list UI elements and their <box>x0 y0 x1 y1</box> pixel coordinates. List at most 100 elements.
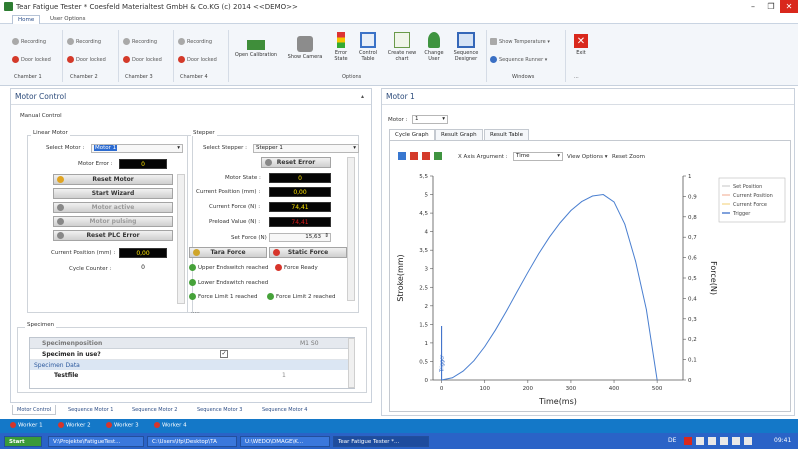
chamber2-door[interactable]: Door locked <box>67 56 106 63</box>
sequence-runner-dropdown[interactable]: Sequence Runner ▾ <box>490 56 547 63</box>
select-motor-label: Select Motor : <box>46 145 85 151</box>
data-point <box>624 223 626 225</box>
chamber3-recording[interactable]: Recording <box>123 38 157 45</box>
exit-button[interactable]: ✕ Exit <box>570 34 592 56</box>
legend-entry: Current Force <box>733 202 767 208</box>
tab-sequence-motor-4[interactable]: Sequence Motor 4 <box>258 405 311 415</box>
tab-cycle-graph[interactable]: Cycle Graph <box>389 129 435 140</box>
tab-motor-control[interactable]: Motor Control <box>12 405 57 415</box>
status-icon <box>57 204 64 211</box>
tab-result-graph[interactable]: Result Graph <box>435 129 483 140</box>
tab-sequence-motor-2[interactable]: Sequence Motor 2 <box>128 405 181 415</box>
image-icon[interactable] <box>434 152 442 160</box>
chamber1-recording[interactable]: Recording <box>12 38 46 45</box>
y2-tick-label: 0,3 <box>688 317 697 323</box>
worker-3[interactable]: Worker 3 <box>106 422 139 429</box>
motor-error-value: 0 <box>119 159 167 169</box>
control-table-button[interactable]: Control Table <box>355 32 381 62</box>
reset-plc-error-button[interactable]: Reset PLC Error <box>53 230 173 241</box>
specimen-legend: Specimen <box>25 322 57 328</box>
door-icon <box>178 56 185 63</box>
camera-icon <box>297 36 313 52</box>
sequence-designer-button[interactable]: Sequence Designer <box>449 32 483 62</box>
tray-icon[interactable] <box>744 437 752 445</box>
tara-force-button[interactable]: Tara Force <box>189 247 267 258</box>
tray-icon[interactable] <box>696 437 704 445</box>
close-button[interactable]: ✕ <box>780 0 798 13</box>
taskbar-item[interactable]: V:\Projekte\FatigueTest... <box>48 436 144 447</box>
minimize-button[interactable]: – <box>744 0 762 13</box>
led-icon <box>189 293 196 300</box>
set-force-input[interactable]: 15,63 ⇕ <box>269 233 331 242</box>
chamber3-door[interactable]: Door locked <box>123 56 162 63</box>
group-label: Chamber 1 <box>14 74 42 80</box>
static-force-button[interactable]: Static Force <box>269 247 347 258</box>
tab-home[interactable]: Home <box>12 15 41 24</box>
stepper-scrollbar[interactable] <box>347 157 355 301</box>
error-state-button[interactable]: Error State <box>330 32 352 62</box>
cycle-counter-value: 0 <box>141 264 145 271</box>
stepper-position-value: 0,00 <box>269 187 331 197</box>
tray-icon[interactable] <box>684 437 692 445</box>
y2-tick-label: 0,1 <box>688 358 697 364</box>
tab-user-options[interactable]: User Options <box>45 15 91 24</box>
open-calibration-button[interactable]: Open Calibration <box>233 36 279 58</box>
chamber1-door[interactable]: Door locked <box>12 56 51 63</box>
data-point <box>473 360 475 362</box>
table-row[interactable]: Specimen in use? ✓ <box>30 349 348 360</box>
tray-icon[interactable] <box>720 437 728 445</box>
pdf-icon[interactable] <box>410 152 418 160</box>
motor-select-dropdown[interactable]: 1 ▾ <box>412 115 448 124</box>
table-row: Specimenposition M1 S0 <box>30 338 348 349</box>
taskbar-item-active[interactable]: Tear Fatigue Tester *... <box>333 436 429 447</box>
select-stepper-dropdown[interactable]: Stepper 1 ▾ <box>253 144 359 153</box>
copy-icon[interactable] <box>398 152 406 160</box>
tab-sequence-motor-1[interactable]: Sequence Motor 1 <box>64 405 117 415</box>
y-tick-label: 0,5 <box>419 359 428 365</box>
start-button[interactable]: Start <box>4 436 42 447</box>
in-use-checkbox[interactable]: ✓ <box>220 350 228 358</box>
select-motor-dropdown[interactable]: Motor 1 ▾ <box>91 144 183 153</box>
y2-tick-label: 1 <box>688 174 692 180</box>
tab-result-table[interactable]: Result Table <box>484 129 529 140</box>
tray-icon[interactable] <box>708 437 716 445</box>
specimen-scrollbar[interactable] <box>348 338 355 388</box>
restore-button[interactable]: ❐ <box>762 0 780 13</box>
worker-1[interactable]: Worker 1 <box>10 422 43 429</box>
tray-icon[interactable] <box>732 437 740 445</box>
change-user-button[interactable]: Change User <box>421 32 447 62</box>
chamber4-recording[interactable]: Recording <box>178 38 212 45</box>
motor-pulsing-button[interactable]: Motor pulsing <box>53 216 173 227</box>
status-icon <box>57 218 64 225</box>
create-chart-button[interactable]: Create new chart <box>386 32 418 62</box>
motor-active-button[interactable]: Motor active <box>53 202 173 213</box>
linear-motor-scrollbar[interactable] <box>177 174 185 304</box>
language-indicator[interactable]: DE <box>668 437 676 444</box>
start-wizard-button[interactable]: Start Wizard <box>53 188 173 199</box>
linear-motor-legend: Linear Motor <box>31 130 70 136</box>
tab-sequence-motor-3[interactable]: Sequence Motor 3 <box>193 405 246 415</box>
worker-2[interactable]: Worker 2 <box>58 422 91 429</box>
table-row[interactable]: Testfile 1 <box>30 370 348 381</box>
position-label: Current Position (mm) : <box>51 250 116 256</box>
table-row[interactable]: Specimen Data <box>30 360 348 370</box>
pin-icon[interactable]: ▴ <box>361 93 364 100</box>
y-tick-label: 5 <box>425 193 429 199</box>
export-icon[interactable] <box>422 152 430 160</box>
taskbar-item[interactable]: U:\WEDO\DMAGE\K... <box>240 436 330 447</box>
taskbar-item[interactable]: C:\Users\lfp\Desktop\TA <box>147 436 237 447</box>
worker-4[interactable]: Worker 4 <box>154 422 187 429</box>
temperature-icon <box>490 38 497 45</box>
y2-tick-label: 0 <box>688 378 692 384</box>
manual-control-label: Manual Control <box>20 113 62 119</box>
chamber2-recording[interactable]: Recording <box>67 38 101 45</box>
trigger-label: Trigger <box>440 354 446 373</box>
reset-motor-button[interactable]: Reset Motor <box>53 174 173 185</box>
show-temperature-dropdown[interactable]: Show Temperature ▾ <box>490 38 550 45</box>
ribbon-separator <box>228 30 229 82</box>
reset-error-button[interactable]: Reset Error <box>261 157 331 168</box>
ribbon-separator <box>486 30 487 82</box>
chamber4-door[interactable]: Door locked <box>178 56 217 63</box>
show-camera-button[interactable]: Show Camera <box>284 36 326 60</box>
legend-entry: Current Position <box>733 193 773 199</box>
